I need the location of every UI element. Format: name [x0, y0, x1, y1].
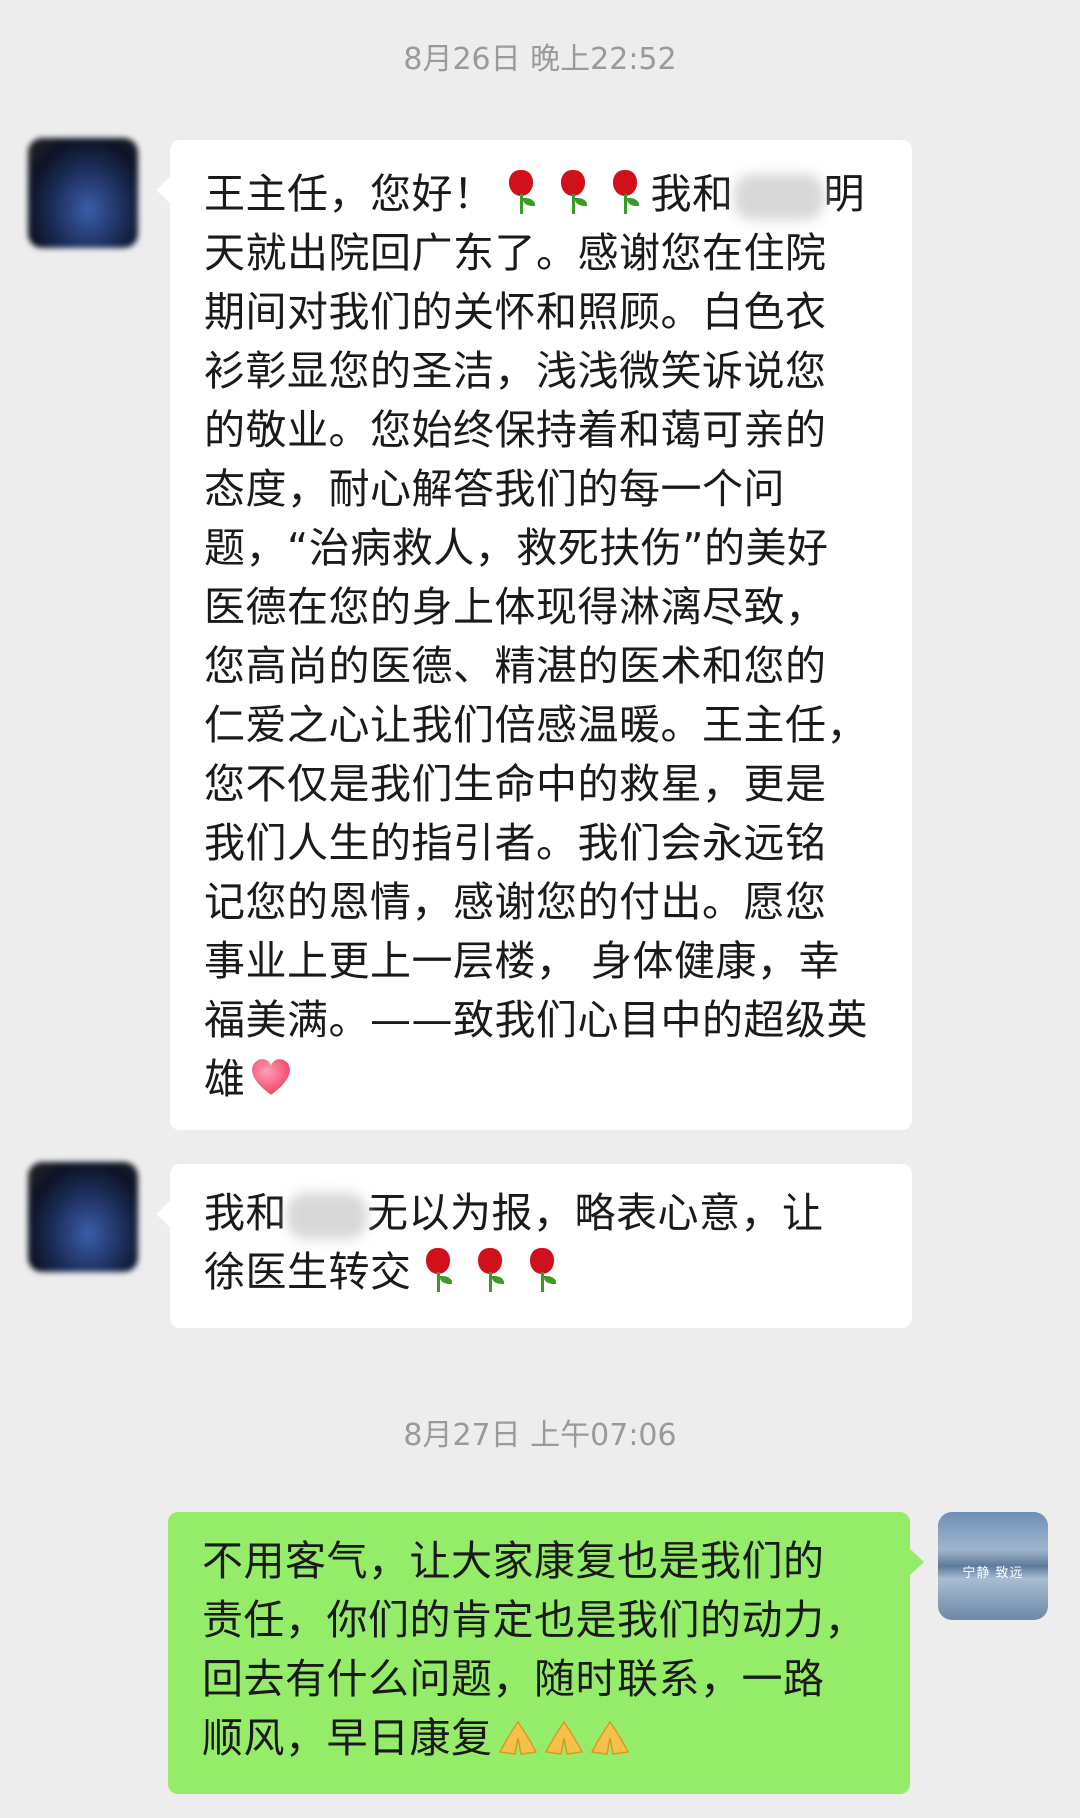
rose-icon — [605, 168, 645, 216]
message-bubble[interactable]: 我和 无以为报，略表心意，让 徐医生转交 — [156, 1164, 912, 1328]
message-text: 我们人生的指引者。我们会永远铭 — [204, 819, 827, 867]
timestamp: 8月26日 晚上22:52 — [403, 42, 677, 77]
message-text: 顺风，早日康复 — [202, 1714, 493, 1762]
timestamp: 8月27日 上午07:06 — [403, 1418, 677, 1453]
message-text: 您高尚的医德、精湛的医术和您的 — [204, 642, 827, 690]
message-text: 雄 — [204, 1055, 246, 1103]
message-text: 您不仅是我们生命中的救星，更是 — [204, 760, 827, 808]
message-text: 王主任，您好！ — [204, 170, 495, 218]
message-text: 衫彰显您的圣洁，浅浅微笑诉说您 — [204, 347, 827, 395]
redacted-name — [733, 174, 824, 220]
rose-icon — [553, 168, 593, 216]
message-text: 回去有什么问题，随时联系，一路 — [202, 1655, 825, 1703]
message-text: 我和 — [650, 170, 734, 218]
rose-icon — [418, 1246, 458, 1294]
message-text: 明 — [823, 170, 865, 218]
message-text: 态度，耐心解答我们的每一个问 — [204, 465, 785, 513]
message-text: 我和 — [204, 1189, 287, 1237]
rose-icon — [501, 168, 541, 216]
avatar[interactable] — [28, 138, 138, 248]
message-text: 徐医生转交 — [204, 1248, 412, 1296]
message-text: 题，“治病救人，救死扶伤”的美好 — [204, 524, 829, 572]
heart-icon — [251, 1059, 290, 1095]
message-text: 的敬业。您始终保持着和蔼可亲的 — [204, 406, 827, 454]
message-bubble[interactable]: 不用客气，让大家康复也是我们的 责任，你们的肯定也是我们的动力， 回去有什么问题… — [168, 1512, 924, 1794]
rose-icon — [470, 1246, 510, 1294]
message-text: 责任，你们的肯定也是我们的动力， — [202, 1596, 866, 1644]
message-text: 事业上更上一层楼， 身体健康，幸 — [204, 937, 841, 985]
message-bubble[interactable]: 王主任，您好！ 我和 明 天就出院回广东了。感谢您在住院 期间对我们的关怀和照顾。白… — [156, 140, 912, 1130]
message-text: 无以为报，略表心意，让 — [367, 1189, 824, 1237]
message-text: 期间对我们的关怀和照顾。白色衣 — [204, 288, 827, 336]
message-text: 天就出院回广东了。感谢您在住院 — [204, 229, 827, 277]
pray-icon — [498, 1720, 537, 1755]
redacted-name — [287, 1193, 367, 1239]
pray-icon — [590, 1720, 629, 1755]
message-text: 不用客气，让大家康复也是我们的 — [202, 1537, 825, 1585]
rose-icon — [522, 1246, 562, 1294]
avatar[interactable]: 宁静 致远 — [938, 1512, 1048, 1620]
message-text: 记您的恩情，感谢您的付出。愿您 — [204, 878, 827, 926]
message-text: 福美满。——致我们心目中的超级英 — [204, 996, 868, 1044]
avatar-caption: 宁静 致远 — [962, 1566, 1024, 1581]
pray-icon — [544, 1720, 583, 1755]
avatar[interactable] — [28, 1162, 138, 1272]
message-text: 医德在您的身上体现得淋漓尽致， — [204, 583, 827, 631]
message-text: 仁爱之心让我们倍感温暖。王主任， — [204, 701, 868, 749]
